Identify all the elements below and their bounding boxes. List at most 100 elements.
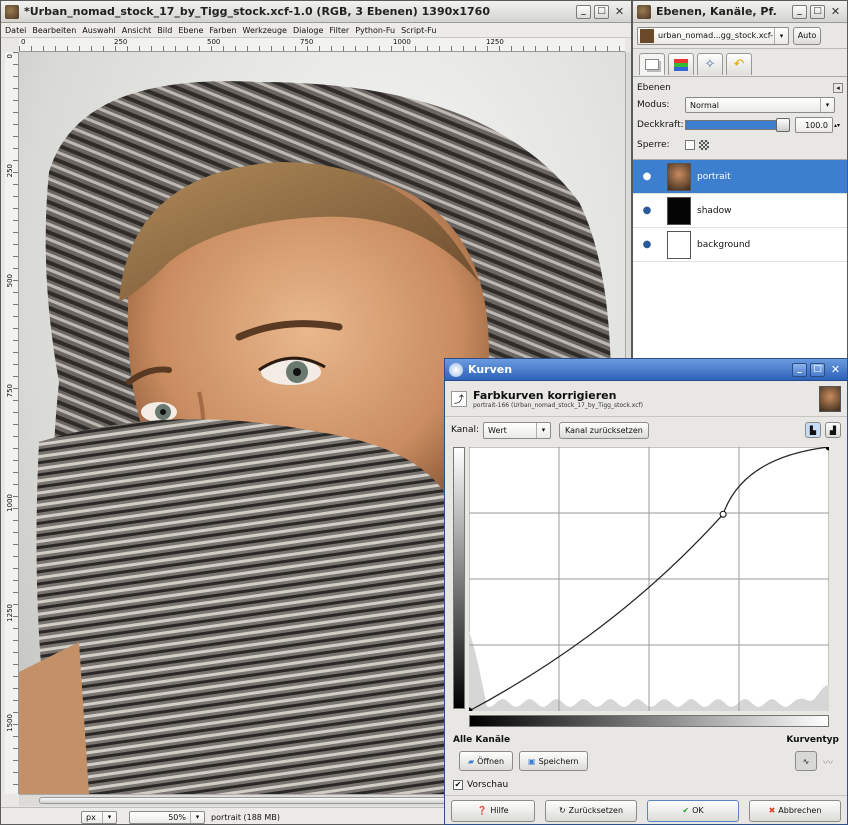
ruler-tick-label: 250 xyxy=(114,38,128,46)
menu-item-python-fu[interactable]: Python-Fu xyxy=(355,26,395,35)
ruler-tick-label: 1500 xyxy=(6,714,14,732)
unit-select[interactable]: px ▾ xyxy=(81,810,117,824)
chevron-down-icon: ▾ xyxy=(820,98,834,112)
preset-row: ▰ Öffnen ▣ Speichern ∿ 〰 xyxy=(445,747,847,775)
close-icon[interactable]: ✕ xyxy=(828,363,843,377)
ruler-tick-label: 1250 xyxy=(486,38,504,46)
preview-checkbox[interactable]: ✔ xyxy=(453,780,463,790)
curve-control-point[interactable] xyxy=(719,510,727,518)
curves-graph[interactable] xyxy=(469,447,829,711)
maximize-icon[interactable]: □ xyxy=(810,4,825,19)
vertical-ruler[interactable]: 0 250 500 750 1000 1250 1500 xyxy=(5,52,19,794)
layer-name: background xyxy=(697,239,751,250)
reset-channel-button[interactable]: Kanal zurücksetzen xyxy=(559,421,649,439)
curves-graph-area xyxy=(445,443,847,733)
linear-histogram-icon[interactable]: ▙ xyxy=(805,422,821,438)
ruler-tick-label: 500 xyxy=(207,38,221,46)
maximize-icon[interactable]: □ xyxy=(594,4,609,19)
layer-thumbnail xyxy=(667,230,691,259)
curves-dialog-titlebar[interactable]: Kurven _ □ ✕ xyxy=(445,359,847,381)
menu-item-werkzeuge[interactable]: Werkzeuge xyxy=(243,26,287,35)
gimp-app-icon xyxy=(637,4,651,19)
folder-open-icon: ▰ xyxy=(468,756,475,766)
curves-app-icon xyxy=(449,362,463,377)
menu-item-ebene[interactable]: Ebene xyxy=(178,26,203,35)
menu-item-datei[interactable]: Datei xyxy=(5,26,26,35)
log-histogram-icon[interactable]: ▟ xyxy=(825,422,841,438)
freehand-curve-icon[interactable]: 〰 xyxy=(823,754,833,769)
eye-icon[interactable]: ● xyxy=(633,171,661,182)
undo-icon: ↶ xyxy=(733,57,745,72)
image-thumbnail xyxy=(640,28,654,43)
menu-item-auswahl[interactable]: Auswahl xyxy=(82,26,115,35)
lock-pixels-checkbox[interactable] xyxy=(685,140,695,150)
layers-dock-titlebar[interactable]: Ebenen, Kanäle, Pf. _ □ ✕ xyxy=(633,1,847,23)
curves-heading: Farbkurven korrigieren xyxy=(473,388,617,402)
chevron-down-icon: ▾ xyxy=(774,27,788,44)
menu-item-bearbeiten[interactable]: Bearbeiten xyxy=(32,26,76,35)
menu-item-script-fu[interactable]: Script-Fu xyxy=(401,26,436,35)
menu-item-ansicht[interactable]: Ansicht xyxy=(122,26,152,35)
image-select[interactable]: urban_nomad...gg_stock.xcf-1 ▾ xyxy=(637,26,789,45)
maximize-icon[interactable]: □ xyxy=(810,362,825,377)
opacity-handle[interactable] xyxy=(776,118,790,132)
menu-item-bild[interactable]: Bild xyxy=(157,26,172,35)
open-button[interactable]: ▰ Öffnen xyxy=(459,751,514,771)
tab-paths[interactable]: ✧ xyxy=(697,53,723,75)
ruler-tick-label: 500 xyxy=(6,274,14,288)
menu-item-filter[interactable]: Filter xyxy=(329,26,349,35)
ruler-tick-label: 1000 xyxy=(393,38,411,46)
layer-name: shadow xyxy=(697,205,732,216)
ruler-tick-label: 1250 xyxy=(6,604,14,622)
eye-icon[interactable]: ● xyxy=(633,205,661,216)
ok-button[interactable]: ✔ OK xyxy=(647,799,739,822)
help-button[interactable]: ❓ Hilfe xyxy=(451,799,535,822)
horizontal-gradient-bar xyxy=(469,715,829,727)
opacity-input[interactable]: 100.0 xyxy=(795,117,833,133)
auto-button[interactable]: Auto xyxy=(793,26,821,45)
opacity-slider[interactable] xyxy=(685,118,790,132)
eye-icon[interactable]: ● xyxy=(633,239,661,250)
layer-row[interactable]: ● shadow xyxy=(633,194,847,228)
reset-button[interactable]: ↻ Zurücksetzen xyxy=(545,799,637,822)
horizontal-ruler[interactable]: 0 250 500 750 1000 1250 xyxy=(19,38,625,52)
save-button[interactable]: ▣ Speichern xyxy=(519,751,588,771)
chevron-down-icon: ▾ xyxy=(536,422,550,438)
layer-thumbnail xyxy=(667,162,691,191)
tab-channels[interactable] xyxy=(668,53,694,75)
menu-item-farben[interactable]: Farben xyxy=(209,26,236,35)
mode-select[interactable]: Normal ▾ xyxy=(685,97,835,113)
tab-layers[interactable] xyxy=(639,53,665,75)
channel-select[interactable]: Wert ▾ xyxy=(483,421,552,439)
ruler-tick-label: 250 xyxy=(6,164,14,178)
cancel-button[interactable]: ✖ Abbrechen xyxy=(749,799,841,822)
curves-dialog: Kurven _ □ ✕ ⤴ Farbkurven korrigieren po… xyxy=(444,358,848,825)
spin-icon[interactable]: ▴▾ xyxy=(834,122,840,129)
channels-icon xyxy=(674,58,688,71)
zoom-select[interactable]: 50% ▾ xyxy=(129,810,205,824)
panel-menu-icon[interactable]: ◂ xyxy=(833,83,843,93)
save-icon: ▣ xyxy=(528,756,536,766)
tab-undo[interactable]: ↶ xyxy=(726,53,752,75)
minimize-icon[interactable]: _ xyxy=(792,362,807,377)
ruler-tick-label: 0 xyxy=(6,54,14,59)
smooth-curve-icon[interactable]: ∿ xyxy=(795,751,817,771)
menu-item-dialoge[interactable]: Dialoge xyxy=(293,26,323,35)
ruler-tick-label: 750 xyxy=(300,38,314,46)
close-icon[interactable]: ✕ xyxy=(612,5,627,19)
layers-icon xyxy=(645,59,659,70)
layer-row[interactable]: ● background xyxy=(633,228,847,262)
minimize-icon[interactable]: _ xyxy=(792,4,807,19)
image-window-title: *Urban_nomad_stock_17_by_Tigg_stock.xcf-… xyxy=(24,5,490,18)
help-icon: ❓ xyxy=(477,806,488,815)
close-icon[interactable]: ✕ xyxy=(828,5,843,19)
dialog-buttons: ❓ Hilfe ↻ Zurücksetzen ✔ OK ✖ Abbrechen xyxy=(445,795,847,824)
curves-subheading: portrait-166 (Urban_nomad_stock_17_by_Ti… xyxy=(473,401,643,409)
layer-thumbnail xyxy=(819,385,841,412)
lock-alpha-icon[interactable] xyxy=(699,140,709,150)
image-window-titlebar[interactable]: *Urban_nomad_stock_17_by_Tigg_stock.xcf-… xyxy=(1,1,631,23)
minimize-icon[interactable]: _ xyxy=(576,4,591,19)
dock-tabs: ✧ ↶ xyxy=(633,49,847,77)
layer-row[interactable]: ● portrait xyxy=(633,160,847,194)
layers-dock-title: Ebenen, Kanäle, Pf. xyxy=(656,5,777,18)
